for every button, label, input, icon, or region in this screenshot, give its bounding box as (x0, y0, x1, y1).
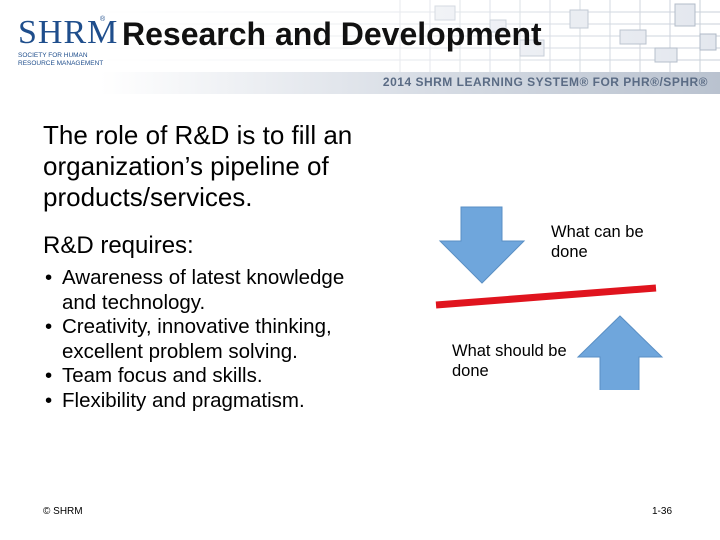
list-item-text: Creativity, innovative thinking, excelle… (62, 315, 332, 363)
bullet-marker: • (45, 364, 53, 387)
logo-tagline: Society for Human Resource Management (18, 52, 104, 67)
slide-header: SHRM ® Society for Human Resource Manage… (0, 0, 720, 95)
gap-line (435, 284, 657, 309)
label-what-should-be-done: What should be done (452, 342, 567, 380)
requirements-list: • Awareness of latest knowledge and techn… (43, 266, 383, 413)
requires-heading: R&D requires: (43, 232, 194, 259)
down-arrow-icon (438, 206, 526, 284)
label-what-can-be-done: What can be done (551, 223, 644, 261)
header-tagline: 2014 SHRM LEARNING SYSTEM® FOR PHR®/SPHR… (382, 75, 708, 89)
list-item-text: Awareness of latest knowledge and techno… (62, 266, 345, 314)
logo-registered-mark: ® (100, 16, 106, 23)
bullet-marker: • (45, 315, 53, 338)
bullet-marker: • (45, 266, 53, 289)
lead-paragraph: The role of R&D is to fill an organizati… (43, 120, 353, 212)
list-item: • Team focus and skills. (43, 364, 383, 389)
up-arrow-icon (576, 315, 664, 390)
list-item-text: Team focus and skills. (62, 364, 263, 387)
page-number: 1-36 (652, 506, 673, 517)
list-item: • Awareness of latest knowledge and techn… (43, 266, 383, 315)
slide-title: Research and Development (122, 16, 542, 52)
list-item: • Flexibility and pragmatism. (43, 389, 383, 414)
list-item: • Creativity, innovative thinking, excell… (43, 315, 383, 364)
list-item-text: Flexibility and pragmatism. (62, 388, 305, 412)
shrm-logo: SHRM ® Society for Human Resource Manage… (14, 12, 117, 74)
copyright-notice: © SHRM (43, 506, 83, 517)
bullet-marker: • (45, 388, 53, 412)
